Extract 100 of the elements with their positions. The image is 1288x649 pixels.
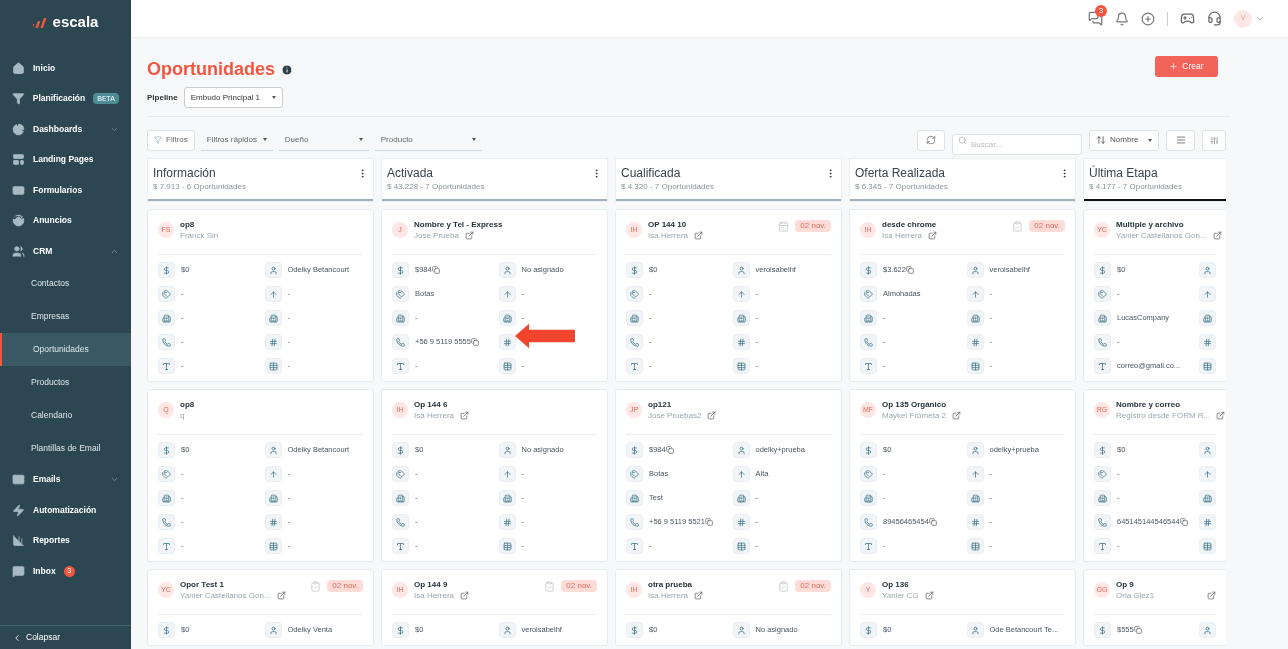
external-link-icon[interactable]: [928, 231, 937, 240]
collapse-button[interactable]: Colapsar: [0, 625, 131, 649]
sort-button[interactable]: Nombre: [1089, 129, 1159, 151]
sidebar-subitem[interactable]: Calendario: [0, 398, 131, 432]
external-link-icon[interactable]: [924, 591, 934, 600]
card-title[interactable]: op8: [180, 219, 363, 230]
filter-dropdown[interactable]: Filtros rápidos: [200, 129, 273, 151]
chat-icon: [12, 564, 25, 578]
card-title[interactable]: otra prueba: [648, 579, 773, 590]
arrow-up-icon: [502, 469, 512, 479]
external-link-icon[interactable]: [464, 231, 474, 240]
card-title[interactable]: Op 9: [1116, 579, 1216, 590]
headset-icon[interactable]: [1207, 11, 1222, 26]
list-view-button[interactable]: [1166, 129, 1195, 151]
logo-text: escala: [52, 12, 99, 33]
copy-icon[interactable]: [1133, 626, 1142, 634]
hash-icon: [502, 337, 512, 347]
copy-icon[interactable]: [704, 518, 713, 526]
dollar-icon: [864, 625, 873, 635]
external-link-icon[interactable]: [707, 411, 717, 420]
user-icon: [502, 445, 512, 455]
card-subtitle: Yanier Castellanos Gon...: [1116, 230, 1207, 241]
page-title: Oportunidades: [147, 58, 275, 81]
column-summary: $ 4.320 - 7 Oportunidades: [621, 181, 714, 193]
external-link-icon[interactable]: [1207, 591, 1216, 600]
external-link-icon[interactable]: [952, 411, 962, 420]
copy-icon[interactable]: [431, 266, 440, 274]
card-title[interactable]: Op 135 Orgánico: [882, 399, 1065, 410]
card-subtitle: Isa Herrera: [648, 230, 688, 241]
building-icon: [162, 313, 171, 323]
external-link-icon[interactable]: [460, 411, 469, 420]
card-subtitle: Isa Herrera: [648, 590, 688, 601]
sidebar-item[interactable]: Formularios: [0, 175, 131, 206]
tags-icon: [630, 289, 639, 299]
sidebar-item[interactable]: Landing Pages: [0, 144, 131, 175]
phone-icon: [162, 517, 171, 527]
arrow-up-icon: [970, 289, 980, 299]
add-icon[interactable]: [1141, 11, 1155, 26]
dollar-icon: [396, 265, 405, 275]
tags-icon: [864, 289, 873, 299]
filter-dropdown[interactable]: Producto: [374, 129, 482, 151]
sidebar-subitem[interactable]: Productos: [0, 365, 131, 399]
sidebar-item[interactable]: Dashboards: [0, 114, 131, 145]
card-subtitle: Franck Sin: [180, 230, 219, 241]
sidebar-item[interactable]: CRM: [0, 236, 131, 267]
external-link-icon[interactable]: [694, 231, 703, 240]
copy-icon[interactable]: [470, 338, 479, 346]
sidebar-label: Inbox: [33, 564, 56, 578]
sidebar-item[interactable]: Reportes: [0, 525, 131, 556]
sidebar-item[interactable]: Anuncios: [0, 205, 131, 236]
building-icon: [396, 313, 405, 323]
building-icon: [1098, 313, 1107, 323]
sidebar-item[interactable]: Emails: [0, 464, 131, 495]
card-title[interactable]: Multiple y archivo: [1116, 219, 1216, 230]
bell-icon[interactable]: [1115, 11, 1129, 26]
card-title[interactable]: OP 144 10: [648, 219, 773, 230]
messages-icon[interactable]: [1088, 11, 1103, 26]
dollar-icon: [864, 265, 873, 275]
sidebar-subitem[interactable]: Oportunidades: [0, 332, 131, 366]
card-title[interactable]: op121: [648, 399, 831, 410]
sidebar-item[interactable]: Inicio: [0, 53, 131, 84]
text-icon: [162, 361, 171, 371]
hash-icon: [736, 337, 746, 347]
external-link-icon[interactable]: [1216, 411, 1226, 420]
phone-icon: [396, 517, 405, 527]
card-title[interactable]: desde chrome: [882, 219, 1007, 230]
copy-icon[interactable]: [905, 266, 914, 274]
hash-icon: [970, 337, 980, 347]
copy-icon[interactable]: [928, 518, 937, 526]
copy-icon[interactable]: [665, 446, 674, 454]
sidebar-subitem[interactable]: Plantillas de Email: [0, 431, 131, 465]
external-link-icon[interactable]: [694, 591, 703, 600]
card-title[interactable]: Nombre y correo: [1116, 399, 1216, 410]
sidebar-subitem[interactable]: Empresas: [0, 299, 131, 333]
sidebar-item[interactable]: Automatización: [0, 495, 131, 526]
settings-button[interactable]: [1202, 129, 1226, 151]
copy-icon[interactable]: [1179, 518, 1188, 526]
card-title[interactable]: Op 144 9: [414, 579, 539, 590]
layout-icon: [12, 153, 25, 167]
search-field[interactable]: Buscar...: [952, 133, 1082, 155]
card-title[interactable]: Op 136: [882, 579, 1065, 590]
external-link-icon[interactable]: [460, 591, 469, 600]
card-title[interactable]: Opor Test 1: [180, 579, 305, 590]
filter-dropdown[interactable]: Dueño: [278, 129, 369, 151]
card-title[interactable]: Nombre y Tel - Express: [414, 219, 597, 230]
filters-button[interactable]: Filtros: [147, 129, 195, 151]
building-icon: [502, 313, 512, 323]
hash-icon: [736, 517, 746, 527]
table-icon: [268, 361, 278, 371]
card-title[interactable]: Op 144 6: [414, 399, 597, 410]
refresh-button[interactable]: [917, 129, 945, 151]
info-icon[interactable]: [281, 63, 293, 76]
external-link-icon[interactable]: [276, 591, 286, 600]
sidebar-subitem[interactable]: Contactos: [0, 266, 131, 300]
pipeline-select[interactable]: Embudo Principal 1: [183, 87, 283, 108]
pipeline-label: Pipeline: [147, 91, 178, 104]
card-title[interactable]: op8: [180, 399, 363, 410]
external-link-icon[interactable]: [1212, 231, 1222, 240]
gamepad-icon[interactable]: [1180, 11, 1195, 26]
building-icon: [502, 493, 512, 503]
